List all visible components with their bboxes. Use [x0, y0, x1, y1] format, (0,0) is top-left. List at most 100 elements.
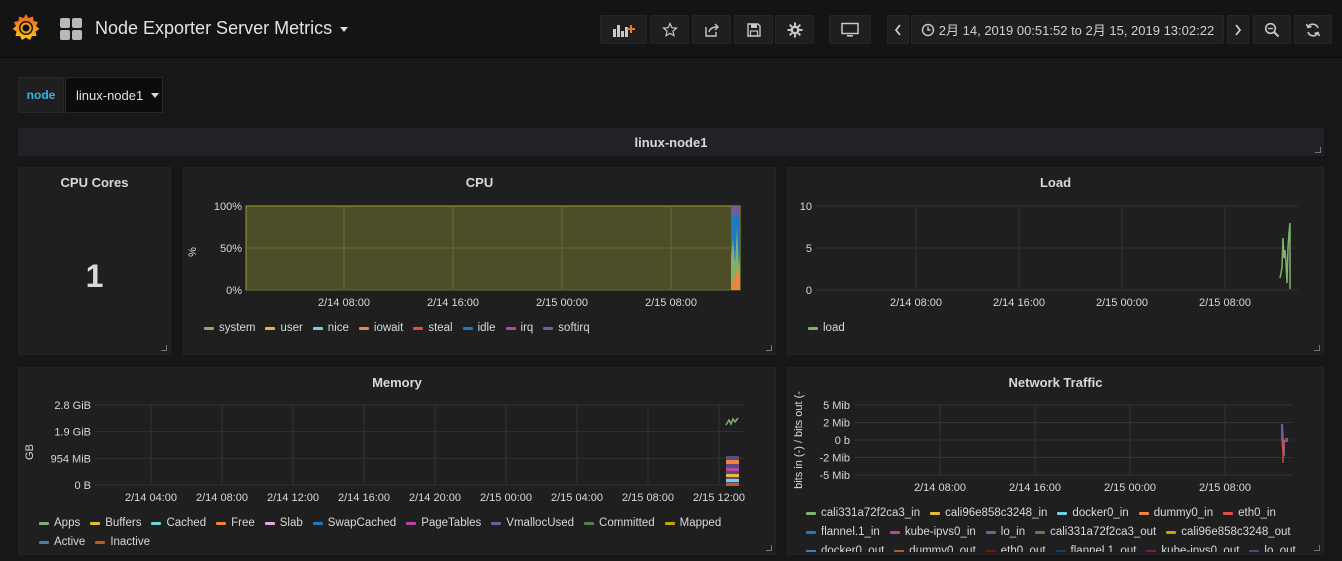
legend-item[interactable]: dummy0_in [1138, 504, 1213, 523]
legend-item[interactable]: eth0_out [985, 542, 1046, 552]
panel-title[interactable]: CPU Cores [19, 175, 170, 190]
x-tick-label: 2/14 20:00 [409, 492, 461, 504]
legend-item[interactable]: Buffers [90, 514, 141, 533]
legend-item[interactable]: kube-ipvs0_in [889, 523, 976, 542]
legend-item[interactable]: cali96e858c3248_out [1166, 523, 1291, 542]
load-series [1279, 222, 1291, 289]
legend-swatch [358, 327, 369, 330]
time-back-button[interactable] [887, 15, 909, 44]
tv-mode-button[interactable] [829, 15, 871, 44]
x-tick-label: 2/14 16:00 [993, 297, 1045, 308]
star-icon [661, 21, 678, 37]
x-tick-label: 2/15 08:00 [622, 492, 674, 504]
legend-label: user [280, 322, 303, 334]
legend-swatch [985, 550, 996, 552]
legend-label: kube-ipvs0_in [904, 526, 976, 538]
share-button[interactable] [692, 15, 731, 44]
legend-item[interactable]: Committed [584, 514, 655, 533]
legend-item[interactable]: VmallocUsed [491, 514, 574, 533]
legend-swatch [312, 522, 323, 525]
legend-item[interactable]: nice [312, 319, 349, 338]
legend-item[interactable]: lo_in [985, 523, 1026, 542]
legend-item[interactable]: iowait [358, 319, 403, 338]
x-tick-label: 2/14 08:00 [890, 297, 942, 308]
zoom-out-button[interactable] [1253, 15, 1291, 44]
legend-label: idle [477, 322, 496, 334]
network-graph[interactable]: 5 Mib 2 Mib 0 b -2 Mib -5 Mib 2/14 08:00 2/14 … [788, 368, 1325, 498]
legend-item[interactable]: PageTables [406, 514, 481, 533]
y-tick-label: 10 [800, 201, 812, 213]
legend-item[interactable]: flannel.1_out [1055, 542, 1136, 552]
row-header[interactable]: linux-node1 [18, 128, 1324, 156]
row-title: linux-node1 [634, 134, 708, 150]
legend-item[interactable]: irq [505, 319, 533, 338]
save-button[interactable] [734, 15, 773, 44]
memory-recent-series [725, 417, 739, 486]
cpu-graph[interactable]: 100% 50% 0% 2/14 08:00 2/14 16:00 2/15 00:00 2… [184, 168, 777, 308]
legend-item[interactable]: softirq [543, 319, 590, 338]
legend-item[interactable]: cali96e858c3248_in [930, 504, 1047, 523]
resize-handle-icon[interactable] [1315, 147, 1321, 153]
legend-item[interactable]: dummy0_out [894, 542, 976, 552]
legend-label: dummy0_out [909, 545, 976, 552]
y-tick-label: 0% [226, 285, 242, 297]
refresh-button[interactable] [1294, 15, 1332, 44]
y-axis-label: GB [24, 444, 36, 460]
legend-item[interactable]: user [265, 319, 303, 338]
legend-item[interactable]: Inactive [95, 533, 150, 552]
dashboards-grid-icon[interactable] [60, 18, 82, 40]
legend-item[interactable]: eth0_in [1223, 504, 1276, 523]
time-range-text: 2月 14, 2019 00:51:52 to 2月 15, 2019 13:0… [938, 23, 1215, 38]
legend-item[interactable]: load [808, 319, 845, 338]
resize-handle-icon[interactable] [161, 345, 167, 351]
add-panel-button[interactable] [600, 15, 647, 44]
legend-item[interactable]: Free [216, 514, 255, 533]
resize-handle-icon[interactable] [1314, 545, 1320, 551]
network-legend: cali331a72f2ca3_in cali96e858c3248_in dock… [806, 504, 1311, 552]
resize-handle-icon[interactable] [1314, 345, 1320, 351]
legend-label: docker0_in [1072, 507, 1129, 519]
legend-label: Active [54, 536, 86, 548]
legend-label: steal [428, 322, 453, 334]
time-range-picker[interactable]: 2月 14, 2019 00:51:52 to 2月 15, 2019 13:0… [911, 15, 1224, 44]
legend-label: eth0_in [1238, 507, 1276, 519]
legend-label: flannel.1_in [821, 526, 880, 538]
chevron-right-icon [1235, 23, 1242, 36]
time-forward-button[interactable] [1227, 15, 1249, 44]
legend-item[interactable]: flannel.1_in [806, 523, 880, 542]
legend-item[interactable]: Slab [264, 514, 303, 533]
settings-button[interactable] [775, 15, 814, 44]
legend-item[interactable]: cali331a72f2ca3_out [1035, 523, 1156, 542]
resize-handle-icon[interactable] [766, 345, 772, 351]
legend-label: lo_in [1000, 526, 1026, 538]
legend-item[interactable]: Mapped [664, 514, 721, 533]
legend-swatch [151, 522, 162, 525]
legend-item[interactable]: steal [413, 319, 453, 338]
x-tick-label: 2/15 00:00 [1104, 482, 1156, 494]
memory-graph[interactable]: 2.8 GiB 1.9 GiB 954 MiB 0 B 2/14 04:00 2/14 0… [19, 368, 777, 513]
y-tick-label: 50% [220, 243, 242, 255]
y-axis-label: bits in (-) / bits out (- [793, 391, 805, 489]
legend-item[interactable]: Active [39, 533, 85, 552]
legend-item[interactable]: idle [462, 319, 496, 338]
load-graph[interactable]: 10 5 0 2/14 08:00 2/14 16:00 2/15 00:00 2/15 0… [788, 168, 1325, 308]
legend-item[interactable]: kube-ipvs0_out [1146, 542, 1239, 552]
resize-handle-icon[interactable] [766, 545, 772, 551]
grafana-logo-icon[interactable] [10, 12, 42, 44]
legend-item[interactable]: lo_out [1249, 542, 1296, 552]
monitor-icon [841, 22, 859, 37]
legend-item[interactable]: docker0_out [806, 542, 884, 552]
star-button[interactable] [650, 15, 689, 44]
legend-item[interactable]: Cached [151, 514, 206, 533]
legend-item[interactable]: Apps [39, 514, 80, 533]
dashboard-title[interactable]: Node Exporter Server Metrics [95, 18, 349, 39]
legend-item[interactable]: SwapCached [312, 514, 396, 533]
variable-select-node[interactable]: linux-node1 [65, 77, 163, 113]
legend-item[interactable]: cali331a72f2ca3_in [806, 504, 920, 523]
legend-item[interactable]: docker0_in [1057, 504, 1129, 523]
legend-swatch [1223, 512, 1234, 515]
legend-item[interactable]: system [204, 319, 255, 338]
x-tick-label: 2/14 12:00 [267, 492, 319, 504]
x-tick-label: 2/15 04:00 [551, 492, 603, 504]
refresh-icon [1305, 22, 1321, 37]
